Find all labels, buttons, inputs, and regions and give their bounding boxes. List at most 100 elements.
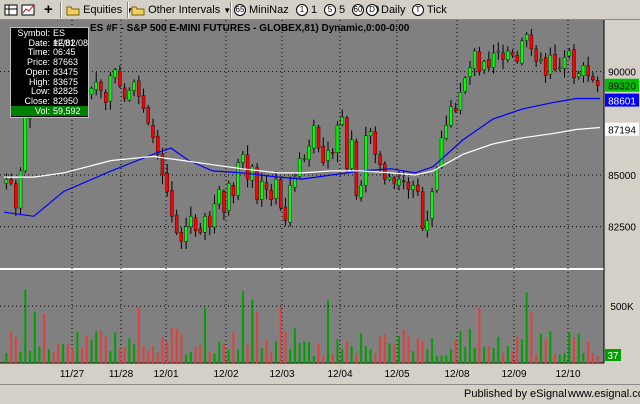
time-axis[interactable] bbox=[0, 363, 640, 384]
volume-bar bbox=[530, 312, 533, 363]
candle-body bbox=[458, 92, 463, 111]
candle-body bbox=[203, 216, 207, 233]
volume-bar bbox=[364, 346, 367, 363]
data-window-label: Price: bbox=[26, 57, 50, 68]
footer-url[interactable]: www.esignal.com bbox=[568, 388, 640, 400]
candle-body bbox=[113, 69, 117, 78]
candle-body bbox=[482, 61, 486, 71]
volume-bar bbox=[345, 342, 348, 363]
volume-bar bbox=[374, 353, 377, 363]
candle-body bbox=[4, 178, 9, 184]
volume-bar bbox=[369, 348, 372, 363]
candle-body bbox=[411, 185, 415, 191]
volume-bar bbox=[14, 337, 17, 363]
candle-body bbox=[397, 178, 401, 186]
volume-bar bbox=[180, 333, 183, 363]
volume-bar bbox=[468, 328, 471, 363]
candle-body bbox=[302, 158, 307, 160]
candle-body bbox=[193, 217, 198, 231]
volume-bar bbox=[170, 328, 173, 363]
volume-bar bbox=[128, 338, 131, 363]
volume-bar bbox=[175, 328, 178, 363]
volume-bar bbox=[123, 347, 126, 363]
data-window-value: 59,592 bbox=[53, 105, 81, 116]
data-window-row: Time: 06:45 bbox=[11, 47, 88, 57]
candle-body bbox=[463, 77, 467, 92]
candle-body bbox=[454, 108, 458, 112]
candle-body bbox=[506, 50, 510, 60]
equities-dropdown[interactable]: Equities ▼ bbox=[66, 2, 133, 18]
volume-bar bbox=[90, 339, 93, 363]
volume-bar bbox=[577, 332, 580, 363]
volume-bar bbox=[189, 351, 192, 363]
volume-bar bbox=[99, 330, 102, 363]
interval-button-1[interactable]: 11 bbox=[296, 2, 317, 18]
other-intervals-label: Other Intervals bbox=[148, 4, 221, 16]
candle-body bbox=[378, 154, 382, 165]
candle-body bbox=[430, 191, 434, 219]
chart-window-icon[interactable] bbox=[21, 3, 35, 17]
volume-bar bbox=[591, 352, 594, 363]
volume-bar bbox=[558, 354, 561, 363]
interval-label: Tick bbox=[427, 4, 447, 16]
candle-body bbox=[151, 125, 155, 138]
candle-body bbox=[435, 168, 439, 191]
data-window-value: 82950 bbox=[53, 95, 79, 106]
interval-button-5[interactable]: 55 bbox=[324, 2, 345, 18]
volume-bar bbox=[114, 332, 117, 363]
volume-bar bbox=[161, 336, 164, 363]
candle-body bbox=[89, 87, 94, 95]
volume-bar bbox=[502, 352, 505, 363]
candle-body bbox=[189, 216, 193, 228]
candle-body bbox=[420, 191, 425, 229]
interval-label: 1 bbox=[311, 4, 318, 16]
volume-bar bbox=[544, 339, 547, 363]
calendar-icon: D bbox=[366, 4, 378, 17]
data-window-label: Date: bbox=[28, 37, 50, 48]
price-chart[interactable]: 82500 85000 90000 11/27 11/28 12/01 12/02 12/03… bbox=[0, 20, 640, 384]
candle-body bbox=[279, 179, 283, 209]
volume-bar bbox=[317, 343, 320, 363]
date-label: 12/05 bbox=[384, 369, 409, 380]
volume-bar bbox=[5, 352, 8, 363]
candle-body bbox=[520, 40, 524, 64]
volume-bar bbox=[450, 348, 452, 363]
candle-body bbox=[217, 189, 221, 205]
candle-body bbox=[184, 226, 188, 242]
candle-body bbox=[586, 65, 590, 76]
volume-bar bbox=[24, 289, 27, 363]
candle-body bbox=[491, 52, 496, 68]
volume-bar bbox=[29, 350, 32, 363]
data-window-label: Symbol: bbox=[17, 28, 50, 38]
interval-button-tick[interactable]: T Tick bbox=[412, 2, 447, 18]
candle-body bbox=[198, 228, 203, 234]
volume-bar bbox=[308, 342, 311, 363]
interval-button-mininaz[interactable]: 65 MiniNaz bbox=[234, 2, 289, 18]
clock-icon: 1 bbox=[296, 4, 308, 17]
add-symbol-icon[interactable]: + bbox=[44, 2, 53, 18]
grid-icon[interactable] bbox=[4, 3, 18, 17]
volume-bar bbox=[535, 354, 538, 363]
volume-bar bbox=[431, 338, 434, 363]
interval-button-daily[interactable]: D Daily bbox=[366, 2, 405, 18]
candle-body bbox=[118, 70, 122, 87]
price-axis-label: 85000 bbox=[608, 171, 636, 182]
toolbar-separator bbox=[230, 2, 232, 18]
data-window-row: Open: 83475 bbox=[11, 67, 88, 77]
candle-body bbox=[312, 125, 316, 149]
price-pane[interactable] bbox=[0, 20, 604, 268]
candle-body bbox=[553, 54, 557, 70]
volume-bar bbox=[582, 352, 585, 363]
candle-body bbox=[222, 191, 226, 213]
toolbar-separator bbox=[127, 2, 129, 18]
other-intervals-dropdown[interactable]: Other Intervals ▼ bbox=[131, 2, 231, 18]
toolbar-separator bbox=[60, 2, 62, 18]
volume-bar bbox=[303, 341, 306, 363]
volume-bar bbox=[473, 347, 476, 363]
candle-body bbox=[245, 154, 250, 180]
data-window-row: Price: 87663 bbox=[11, 57, 88, 67]
candle-body bbox=[387, 176, 392, 180]
candle-body bbox=[241, 154, 245, 163]
volume-bar bbox=[388, 343, 391, 363]
volume-bar bbox=[137, 306, 140, 363]
